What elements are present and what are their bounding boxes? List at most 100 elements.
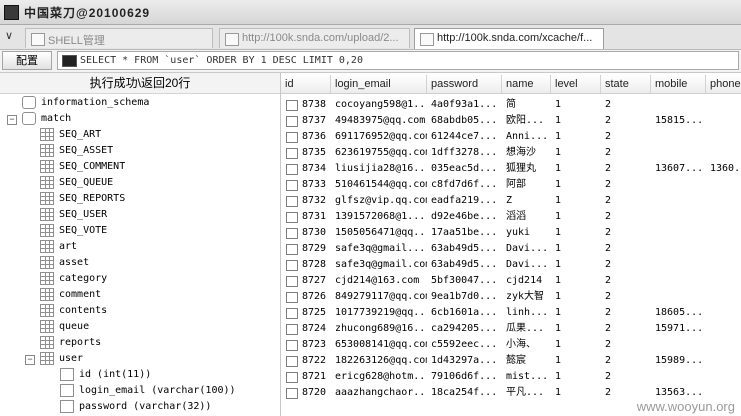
table-row[interactable]: 8726 849279117@qq.com 9ea1b7d0... zyk大智 1 2: [281, 289, 741, 305]
tree-item-table[interactable]: contents: [40, 303, 107, 319]
tree-item-table[interactable]: SEQ_QUEUE: [40, 175, 113, 191]
table-icon: [40, 271, 54, 285]
cell-level: 1: [555, 339, 562, 350]
cell-state: 2: [605, 211, 612, 222]
column-header-password[interactable]: password: [427, 75, 502, 93]
cell-password: 63ab49d5...: [431, 259, 498, 270]
table-icon: [40, 175, 54, 189]
cell-id: 8728: [302, 259, 327, 270]
cell-mobile: [655, 289, 706, 305]
cell-phone: [710, 337, 741, 353]
table-row[interactable]: 8733 510461544@qq.com c8fd7d6f... 阿部 1 2: [281, 177, 741, 193]
table-row[interactable]: 8738 cocoyang598@1... 4a0f93a1... 简 1 2: [281, 97, 741, 113]
table-icon: [40, 319, 54, 333]
tree-item-table[interactable]: comment: [40, 287, 101, 303]
column-header-state[interactable]: state: [601, 75, 651, 93]
tree-collapse-toggle[interactable]: −: [25, 355, 35, 365]
cell-name: 简: [506, 99, 516, 110]
tree-item-table[interactable]: reports: [40, 335, 101, 351]
tree-item-table[interactable]: user: [40, 351, 83, 367]
tree-item-table[interactable]: art: [40, 239, 77, 255]
table-row[interactable]: 8722 182263126@qq.com 1d43297a... 懿宸 1 2 15989…: [281, 353, 741, 369]
cell-level: 1: [555, 131, 562, 142]
tree-item-table[interactable]: SEQ_COMMENT: [40, 159, 125, 175]
config-button[interactable]: 配置: [2, 51, 52, 70]
table-row[interactable]: 8721 ericg628@hotm... 79106d6f... mist... 1 2: [281, 369, 741, 385]
chevron-down-icon[interactable]: ∨: [5, 29, 13, 42]
tab-shell-manager[interactable]: SHELL管理: [25, 28, 213, 48]
tree-item-table[interactable]: SEQ_REPORTS: [40, 191, 125, 207]
cell-phone: [710, 209, 741, 225]
table-row[interactable]: 8732 glfsz@vip.qq.com eadfa219... Z 1 2: [281, 193, 741, 209]
cell-id: 8734: [302, 163, 327, 174]
tree-item-label: SEQ_QUEUE: [59, 177, 114, 188]
tree-collapse-toggle[interactable]: −: [7, 115, 17, 125]
cell-name: 想海沙: [506, 147, 536, 158]
cell-login-email: 623619755@qq.com: [335, 147, 427, 158]
cell-mobile: [655, 337, 706, 353]
cell-login-email: 653008141@qq.com: [335, 339, 427, 350]
column-header-level[interactable]: level: [551, 75, 601, 93]
column-header-mobile[interactable]: mobile: [651, 75, 706, 93]
tree-item-database[interactable]: match: [22, 111, 71, 127]
tab-xcache-url[interactable]: http://100k.snda.com/xcache/f...: [414, 28, 604, 49]
cell-name: linh...: [506, 307, 549, 318]
cell-level: 1: [555, 291, 562, 302]
cell-mobile: [655, 225, 706, 241]
column-header-phone[interactable]: phone: [706, 75, 741, 93]
tree-item-label: id (int(11)): [79, 369, 152, 380]
cell-mobile: 15989...: [655, 355, 704, 366]
table-row[interactable]: 8723 653008141@qq.com c5592eec... 小海、 1 2: [281, 337, 741, 353]
cell-id: 8733: [302, 179, 327, 190]
tree-item-table[interactable]: queue: [40, 319, 89, 335]
tree-item-table[interactable]: category: [40, 271, 107, 287]
tab-label: SHELL管理: [48, 35, 105, 47]
sql-query-input[interactable]: SELECT * FROM `user` ORDER BY 1 DESC LIM…: [57, 51, 739, 70]
database-tree-pane: 执行成功\返回20行 information_schema − match SEQ_A…: [0, 73, 281, 416]
table-row[interactable]: 8724 zhucong689@16... ca294205... 瓜果... 1 2 15…: [281, 321, 741, 337]
tree-item-label: SEQ_REPORTS: [59, 193, 126, 204]
tree-item-table[interactable]: SEQ_VOTE: [40, 223, 107, 239]
table-row[interactable]: 8728 safe3q@gmail.com 63ab49d5... Davi... 1 2: [281, 257, 741, 273]
cell-name: zyk大智: [506, 291, 545, 302]
cell-mobile: 15971...: [655, 323, 704, 334]
cell-password: 68abdb05...: [431, 115, 498, 126]
tree-item-database[interactable]: information_schema: [22, 95, 149, 111]
table-row[interactable]: 8727 cjd214@163.com 5bf30047... cjd214 1 2: [281, 273, 741, 289]
cell-login-email: glfsz@vip.qq.com: [335, 195, 427, 206]
row-icon: [286, 196, 298, 207]
table-row[interactable]: 8725 1017739219@qq... 6cb1601a... linh... 1 2…: [281, 305, 741, 321]
tree-item-column[interactable]: login_email (varchar(100)): [60, 383, 236, 399]
column-header-id[interactable]: id: [281, 75, 331, 93]
cell-state: 2: [605, 99, 612, 110]
table-icon: [40, 303, 54, 317]
tree-item-table[interactable]: SEQ_USER: [40, 207, 107, 223]
tree-item-table[interactable]: SEQ_ART: [40, 127, 101, 143]
table-row[interactable]: 8735 623619755@qq.com 1dff3278... 想海沙 1 2: [281, 145, 741, 161]
table-row[interactable]: 8736 691176952@qq.com 61244ce7... Anni... 1 2: [281, 129, 741, 145]
cell-phone: [710, 273, 741, 289]
table-row[interactable]: 8731 1391572068@1... d92e46be... 滔滔 1 2: [281, 209, 741, 225]
cell-password: 1dff3278...: [431, 147, 498, 158]
cell-password: 79106d6f...: [431, 371, 498, 382]
tree-item-column[interactable]: password (varchar(32)): [60, 399, 211, 415]
cell-login-email: safe3q@gmail.com: [335, 259, 427, 270]
table-row[interactable]: 8729 safe3q@gmail.... 63ab49d5... Davi... 1 2: [281, 241, 741, 257]
tree-item-table[interactable]: SEQ_ASSET: [40, 143, 113, 159]
tab-label: http://100k.snda.com/upload/2...: [242, 32, 399, 44]
tree-item-table[interactable]: asset: [40, 255, 89, 271]
cell-login-email: 1391572068@1...: [335, 211, 426, 222]
cell-phone: [710, 145, 741, 161]
tab-upload-url[interactable]: http://100k.snda.com/upload/2...: [219, 28, 410, 48]
table-row[interactable]: 8730 1505056471@qq... 17aa51be... yuki 1 2: [281, 225, 741, 241]
cell-name: Davi...: [506, 259, 549, 270]
table-row[interactable]: 8737 49483975@qq.com 68abdb05... 欧阳... 1 2 158…: [281, 113, 741, 129]
table-icon: [40, 239, 54, 253]
column-header-name[interactable]: name: [502, 75, 551, 93]
cell-name: 阿部: [506, 179, 526, 190]
tree-item-label: queue: [59, 321, 90, 332]
column-header-login-email[interactable]: login_email: [331, 75, 427, 93]
cell-level: 1: [555, 195, 562, 206]
tree-item-column[interactable]: id (int(11)): [60, 367, 151, 383]
table-row[interactable]: 8734 liusijia28@16... 035eac5d... 狐狸丸 1 2 1360…: [281, 161, 741, 177]
